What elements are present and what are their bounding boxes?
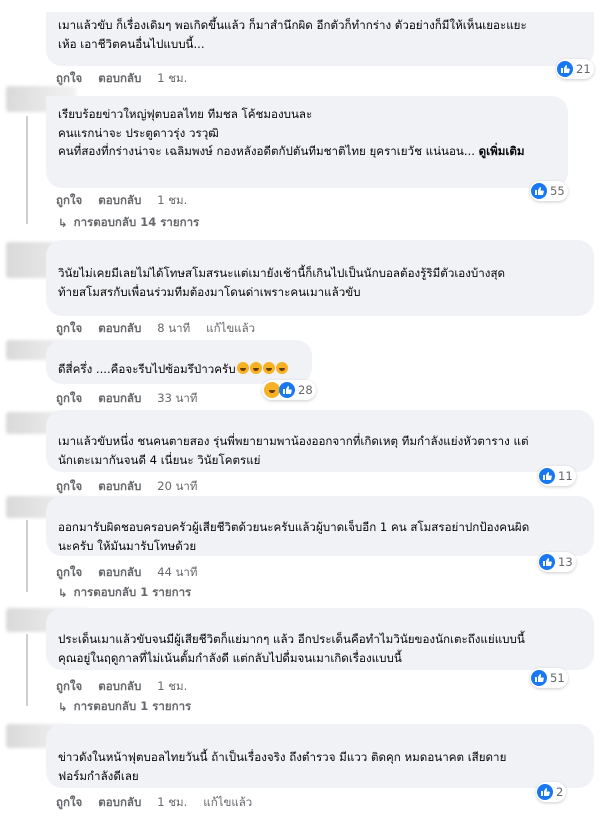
laughing-emoji-icon — [236, 362, 249, 374]
like-button[interactable]: ถูกใจ — [56, 320, 82, 338]
comment-text-line: นะครับ ให้มันมารับโทษด้วย — [58, 538, 197, 553]
view-replies-link[interactable]: ↳ การตอบกลับ 14 รายการ — [58, 214, 199, 232]
comment-actions: ถูกใจ ตอบกลับ 1 ชม. — [56, 70, 203, 88]
comment-text-line: คนแรกน่าจะ ประตูดาวรุ่ง วรวุฒิ — [58, 125, 219, 140]
reaction-number: 11 — [558, 469, 573, 483]
like-icon — [279, 382, 295, 398]
comment-actions: ถูกใจ ตอบกลับ 33 นาที — [56, 390, 213, 408]
reply-arrow-icon: ↳ — [58, 586, 68, 600]
view-replies-link[interactable]: ↳ การตอบกลับ 1 รายการ — [58, 584, 191, 602]
comment-time[interactable]: 20 นาที — [157, 478, 197, 496]
reply-arrow-icon: ↳ — [58, 700, 68, 714]
comment-bubble: เรียบร้อยข่าวใหญ่ฟุตบอลไทย ทีมชล โค้ชมอง… — [46, 96, 568, 188]
like-icon — [531, 670, 547, 686]
comment-time[interactable]: 8 นาที — [157, 320, 190, 338]
comment-bubble: ออกมารับผิดชอบครอบครัวผู้เสียชีวิตด้วยนะ… — [46, 496, 594, 556]
comment-actions: ถูกใจ ตอบกลับ 1 ชม. — [56, 678, 203, 696]
reply-button[interactable]: ตอบกลับ — [98, 678, 141, 696]
reaction-number: 55 — [550, 184, 565, 198]
laughing-emoji-icon — [275, 362, 288, 374]
comment-bubble: ดีสี่ครึ่ง ....คือจะรีบไปซ้อมรึป่าวครับ — [46, 340, 312, 384]
reply-button[interactable]: ตอบกลับ — [98, 478, 141, 496]
like-button[interactable]: ถูกใจ — [56, 794, 82, 812]
reply-button[interactable]: ตอบกลับ — [98, 70, 141, 88]
like-icon — [539, 554, 555, 570]
reaction-count[interactable]: 2 — [536, 782, 567, 802]
comment-text-line: ท้ายสโมสรกับเพื่อนร่วมทีมต้องมาโดนด่าเพร… — [58, 284, 361, 299]
like-button[interactable]: ถูกใจ — [56, 564, 82, 582]
comment-text-line: ดีสี่ครึ่ง ....คือจะรีบไปซ้อมรึป่าวครับ — [58, 362, 236, 376]
comment-actions: ถูกใจ ตอบกลับ 1 ชม. แก้ไขแล้ว — [56, 794, 268, 812]
comment-time[interactable]: 1 ชม. — [157, 192, 187, 210]
reaction-number: 28 — [298, 383, 313, 397]
comment-time[interactable]: 1 ชม. — [157, 70, 187, 88]
like-icon — [531, 183, 547, 199]
thread-line — [26, 634, 28, 706]
comment-bubble: ประเด็นเมาแล้วขับจนมีผู้เสียชีวิตก็แย่มา… — [46, 608, 594, 670]
comment-text-line: คนที่สองที่กร่างน่าจะ เฉลิมพงษ์ กองหลังอ… — [58, 144, 479, 158]
comment-bubble: เมาแล้วขับหนึ่ง ชนคนตายสอง รุ่นพี่พยายาม… — [46, 410, 594, 472]
comment-text-line: ข่าวดังในหน้าฟุตบอลไทยวันนี้ ถ้าเป็นเรื่… — [58, 750, 507, 764]
comment-text-line: เรียบร้อยข่าวใหญ่ฟุตบอลไทย ทีมชล โค้ชมอง… — [58, 107, 313, 121]
view-replies-link[interactable]: ↳ การตอบกลับ 1 รายการ — [58, 698, 191, 716]
comment-text-line: นักเตะเมากันจนดี 4 เนี่ยนะ วินัยโคตรแย่ — [58, 452, 261, 467]
comment-actions: ถูกใจ ตอบกลับ 8 นาที แก้ไขแล้ว — [56, 320, 271, 338]
comment-time[interactable]: 1 ชม. — [157, 794, 187, 812]
reply-arrow-icon: ↳ — [58, 216, 68, 230]
reaction-count[interactable]: 21 — [556, 59, 594, 79]
reaction-count[interactable]: 13 — [538, 552, 576, 572]
reply-button[interactable]: ตอบกลับ — [98, 794, 141, 812]
like-icon — [537, 784, 553, 800]
replies-count: การตอบกลับ 1 รายการ — [73, 699, 192, 713]
like-button[interactable]: ถูกใจ — [56, 678, 82, 696]
comment-bubble: วินัยไม่เคยมีเลยไม่ได้โทษสโมสรนะแต่เมายั… — [46, 240, 594, 316]
reaction-number: 2 — [556, 785, 564, 799]
reply-button[interactable]: ตอบกลับ — [98, 320, 141, 338]
reaction-count[interactable]: 55 — [530, 181, 568, 201]
comment-text-line: เห้อ เอาชีวิตคนอื่นไปแบบนี้... — [58, 36, 205, 51]
like-button[interactable]: ถูกใจ — [56, 478, 82, 496]
comment-bubble: เมาแล้วขับ ก็เรื่องเดิมๆ พอเกิดขึ้นแล้ว … — [46, 12, 594, 66]
comment-text-line: วินัยไม่เคยมีเลยไม่ได้โทษสโมสรนะแต่เมายั… — [58, 266, 506, 280]
see-more-link[interactable]: ดูเพิ่มเติม — [479, 144, 525, 158]
comment-actions: ถูกใจ ตอบกลับ 44 นาที — [56, 564, 213, 582]
comment-text-line: ประเด็นเมาแล้วขับจนมีผู้เสียชีวิตก็แย่มา… — [58, 632, 525, 646]
reply-button[interactable]: ตอบกลับ — [98, 390, 141, 408]
reaction-number: 21 — [576, 62, 591, 76]
comment-time[interactable]: 1 ชม. — [157, 678, 187, 696]
comment-time[interactable]: 44 นาที — [157, 564, 197, 582]
like-icon — [539, 468, 555, 484]
edited-label: แก้ไขแล้ว — [203, 795, 253, 809]
comment-text-line: เมาแล้วขับหนึ่ง ชนคนตายสอง รุ่นพี่พยายาม… — [58, 434, 529, 448]
like-button[interactable]: ถูกใจ — [56, 390, 82, 408]
reaction-count[interactable]: 28 — [262, 380, 316, 400]
replies-count: การตอบกลับ 1 รายการ — [73, 585, 192, 599]
thread-line — [26, 520, 28, 592]
comment-text-line: ออกมารับผิดชอบครอบครัวผู้เสียชีวิตด้วยนะ… — [58, 520, 530, 534]
reaction-count[interactable]: 51 — [530, 668, 568, 688]
reaction-number: 51 — [550, 671, 565, 685]
like-button[interactable]: ถูกใจ — [56, 192, 82, 210]
comment-actions: ถูกใจ ตอบกลับ 20 นาที — [56, 478, 213, 496]
replies-count: การตอบกลับ 14 รายการ — [73, 215, 200, 229]
comment-time[interactable]: 33 นาที — [157, 390, 197, 408]
thread-line — [26, 116, 28, 224]
comment-actions: ถูกใจ ตอบกลับ 1 ชม. — [56, 192, 203, 210]
comment-text-line: ฟอร์มกำลังดีเลย — [58, 768, 139, 783]
comment-bubble: ข่าวดังในหน้าฟุตบอลไทยวันนี้ ถ้าเป็นเรื่… — [46, 724, 594, 788]
like-icon — [557, 61, 573, 77]
comment-text-line: เมาแล้วขับ ก็เรื่องเดิมๆ พอเกิดขึ้นแล้ว … — [58, 18, 527, 32]
comment-text-line: คุณอยู่ในฤดูกาลที่ไม่เน้นตั้มกำลังดี แต่… — [58, 650, 402, 665]
reaction-count[interactable]: 11 — [538, 466, 576, 486]
edited-label: แก้ไขแล้ว — [206, 321, 256, 335]
laughing-emoji-icon — [262, 362, 275, 374]
reply-button[interactable]: ตอบกลับ — [98, 564, 141, 582]
reaction-number: 13 — [558, 555, 573, 569]
reply-button[interactable]: ตอบกลับ — [98, 192, 141, 210]
laughing-emoji-icon — [249, 362, 262, 374]
